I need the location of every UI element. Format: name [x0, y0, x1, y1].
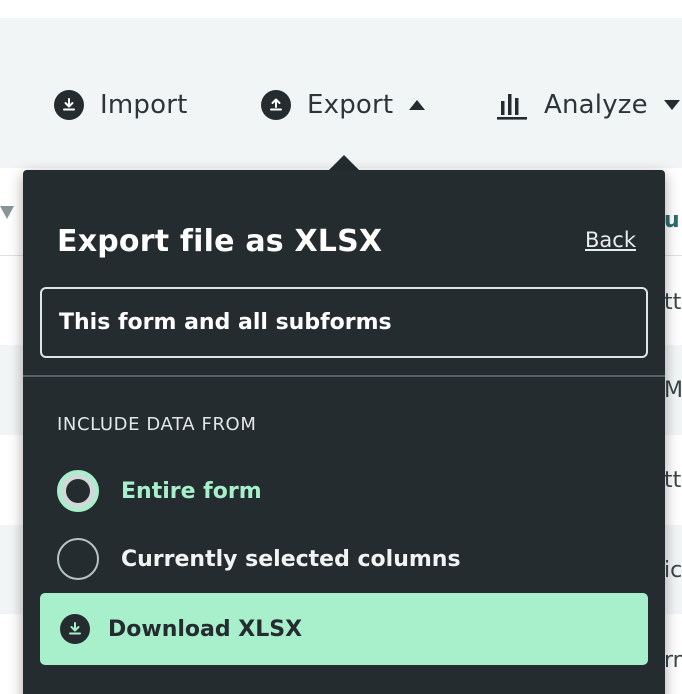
bar-chart-icon — [496, 89, 528, 121]
table-cell: tt — [664, 468, 682, 493]
top-bar — [0, 0, 682, 18]
radio-label: Entire form — [121, 478, 262, 504]
export-button[interactable]: Export — [261, 84, 426, 126]
export-icon — [261, 90, 291, 120]
divider — [23, 375, 665, 377]
export-scope-select[interactable]: This form and all subforms — [40, 287, 648, 358]
import-label: Import — [100, 90, 188, 120]
popover-title: Export file as XLSX — [57, 224, 383, 259]
back-link[interactable]: Back — [585, 228, 636, 252]
analyze-label: Analyze — [544, 90, 648, 120]
table-header-cell: u — [664, 208, 680, 233]
download-label: Download XLSX — [108, 616, 303, 642]
section-label: INCLUDE DATA FROM — [57, 414, 257, 435]
table-cell: tt — [664, 290, 682, 315]
radio-option-selected-columns[interactable]: Currently selected columns — [57, 538, 461, 580]
radio-option-entire-form[interactable]: Entire form — [57, 470, 262, 512]
analyze-button[interactable]: Analyze — [496, 84, 680, 126]
radio-unchecked-icon[interactable] — [57, 538, 99, 580]
table-cell: ic — [664, 558, 682, 583]
table-cell: Mo — [664, 378, 682, 403]
export-popover: Export file as XLSX Back This form and a… — [23, 170, 665, 694]
export-scope-value: This form and all subforms — [59, 310, 392, 335]
caret-down-icon — [663, 100, 680, 110]
radio-checked-icon[interactable] — [57, 470, 99, 512]
caret-up-icon — [409, 100, 426, 110]
import-icon — [54, 90, 84, 120]
export-label: Export — [307, 90, 394, 120]
table-cell: rn — [664, 648, 682, 673]
download-button[interactable]: Download XLSX — [40, 593, 648, 665]
import-button[interactable]: Import — [54, 84, 188, 126]
download-icon — [60, 614, 90, 644]
popover-arrow — [328, 155, 360, 171]
radio-label: Currently selected columns — [121, 546, 461, 572]
filter-icon[interactable] — [0, 206, 14, 219]
